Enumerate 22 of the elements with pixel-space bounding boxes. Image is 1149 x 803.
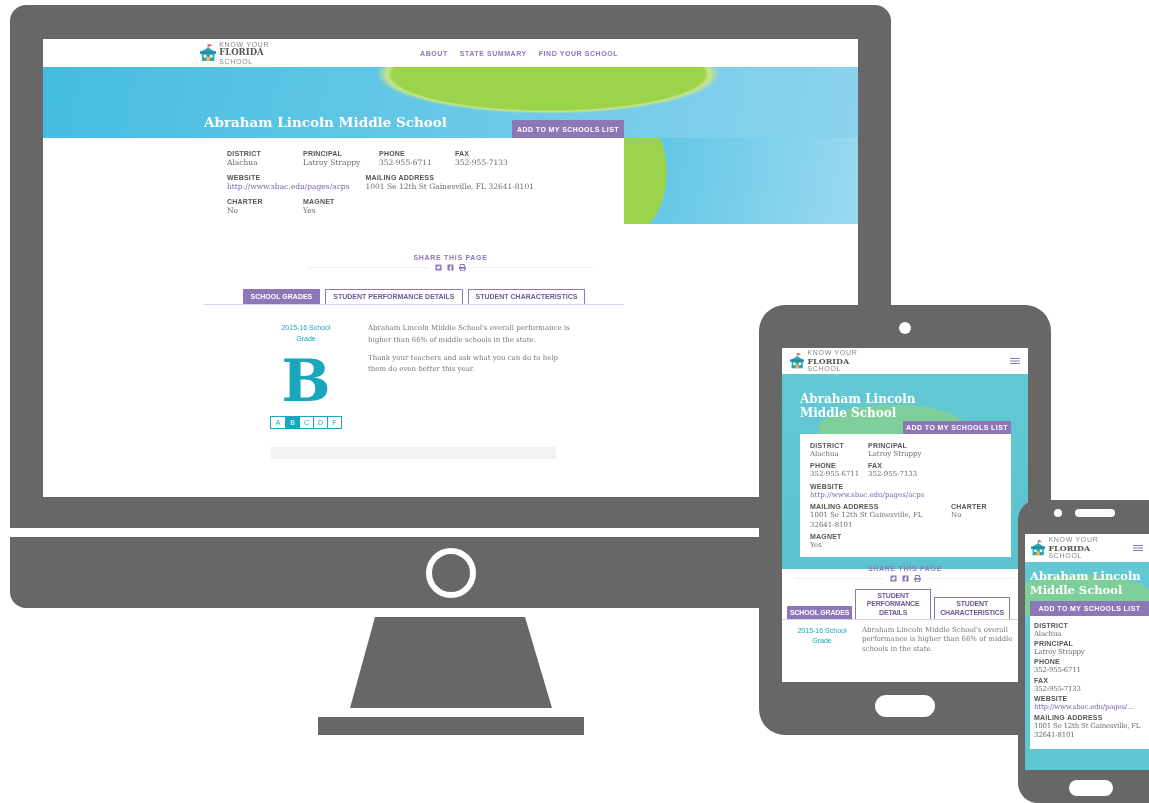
facebook-icon[interactable] (447, 264, 454, 272)
logo-text: FLORIDA (807, 356, 851, 366)
school-title: Abraham Lincoln Middle School (1030, 570, 1142, 598)
speaker-icon (1075, 509, 1115, 517)
camera-icon (1054, 509, 1062, 517)
menu-icon[interactable] (1010, 358, 1020, 364)
print-icon[interactable] (459, 264, 466, 272)
school-logo-icon (1031, 540, 1046, 556)
twitter-icon[interactable] (889, 575, 897, 583)
menu-icon[interactable] (1133, 545, 1143, 551)
school-title: Abraham Lincoln Middle School (204, 113, 447, 130)
monitor-ring-icon (425, 547, 476, 598)
school-logo-icon (200, 44, 217, 62)
facebook-icon[interactable] (901, 575, 909, 583)
camera-icon (899, 322, 911, 334)
school-title: Abraham Lincoln Middle School (800, 392, 917, 421)
logo-text: FLORIDA (1048, 543, 1092, 553)
grade-letter: B (281, 351, 331, 410)
twitter-icon[interactable] (435, 264, 442, 272)
logo-text: FLORIDA (219, 48, 265, 58)
print-icon[interactable] (913, 575, 921, 583)
school-logo-icon (790, 353, 805, 369)
